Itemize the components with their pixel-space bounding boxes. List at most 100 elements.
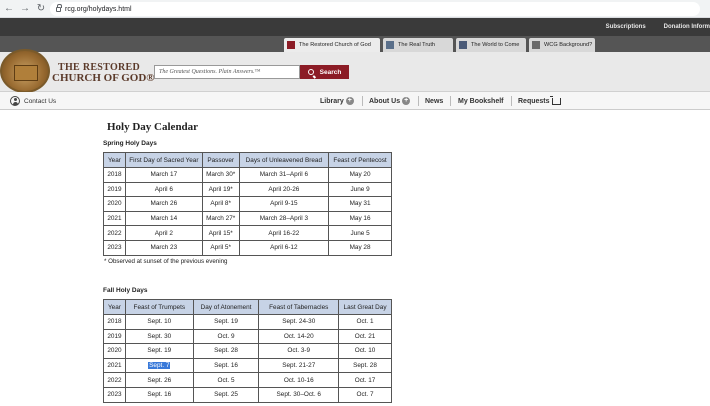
contact-us-link[interactable]: Contact Us	[10, 96, 56, 106]
tab-wcg-background[interactable]: WCG Background?	[529, 38, 595, 52]
donation-link[interactable]: Donation Inform	[664, 24, 710, 30]
nav-library[interactable]: Library +	[320, 92, 354, 110]
nav-news[interactable]: News	[425, 92, 443, 110]
contact-person-icon	[10, 96, 20, 106]
reload-icon[interactable]: ↻	[34, 2, 48, 16]
table-cell: March 14	[124, 210, 203, 227]
table-cell: Sept. 28	[338, 357, 392, 374]
selected-text[interactable]: Sept. 7	[148, 362, 171, 370]
nav-requests[interactable]: Requests	[518, 92, 561, 110]
search-icon	[307, 69, 314, 75]
forward-icon[interactable]: →	[18, 2, 32, 16]
table-row: 2021 Sept. 7 Sept. 16 Sept. 21-27 Sept. …	[103, 357, 392, 374]
site-logo-text[interactable]: THE RESTORED CHURCH OF GOD®	[52, 62, 155, 84]
table-cell: Oct. 10	[338, 343, 392, 359]
column-header: Day of Atonement	[192, 299, 260, 315]
table-row: 2022 April 2 April 15* April 16-22 June …	[103, 225, 392, 241]
table-cell: Oct. 14-20	[258, 328, 340, 345]
real-truth-icon	[386, 41, 394, 49]
table-cell: Sept. 19	[124, 343, 194, 359]
site-header: THE RESTORED CHURCH OF GOD® The Greatest…	[0, 49, 710, 93]
rcg-icon	[287, 41, 295, 49]
nav-divider	[511, 96, 512, 106]
search-input[interactable]: The Greatest Questions. Plain Answers.™	[154, 65, 300, 79]
world-to-come-icon	[459, 41, 467, 49]
table-cell: Sept. 25	[192, 386, 260, 403]
table-cell: Oct. 9	[192, 328, 260, 345]
table-cell: April 20-26	[238, 181, 330, 198]
table-cell: March 30*	[201, 167, 240, 183]
table-cell: May 20	[328, 167, 392, 183]
table-cell: May 28	[328, 239, 392, 256]
column-header: Year	[103, 299, 126, 315]
year-cell: 2019	[103, 181, 126, 198]
table-cell: April 8*	[201, 196, 240, 212]
table-cell: Sept. 28	[192, 343, 260, 359]
top-utility-bar: Subscriptions Donation Inform	[0, 18, 710, 36]
table-cell: Oct. 3-9	[258, 343, 340, 359]
table-cell: June 5	[328, 225, 392, 241]
column-header: Feast of Tabernacles	[258, 299, 340, 315]
table-cell: March 17	[124, 167, 203, 183]
subscriptions-link[interactable]: Subscriptions	[606, 24, 646, 30]
table-cell: March 23	[124, 239, 203, 256]
table-cell: May 16	[328, 210, 392, 227]
year-cell: 2020	[103, 343, 126, 359]
table-cell: March 31–April 6	[238, 167, 330, 183]
church-seal-logo[interactable]	[0, 49, 50, 93]
table-cell: Oct. 10-16	[258, 372, 340, 388]
column-header: Feast of Pentecost	[328, 152, 392, 168]
spring-holy-days-table: Year First Day of Sacred Year Passover D…	[103, 152, 392, 256]
address-bar[interactable]: rcg.org/holydays.html	[50, 2, 700, 16]
column-header: Last Great Day	[338, 299, 392, 315]
table-cell: April 6-12	[238, 239, 330, 256]
table-cell: Sept. 24-30	[258, 314, 340, 330]
browser-toolbar: ← → ↻ rcg.org/holydays.html	[0, 0, 710, 18]
column-header: First Day of Sacred Year	[124, 152, 203, 168]
tab-restored-church[interactable]: The Restored Church of God	[284, 38, 380, 52]
year-cell: 2022	[103, 225, 126, 241]
table-cell: Oct. 17	[338, 372, 392, 388]
nav-my-bookshelf[interactable]: My Bookshelf	[458, 92, 504, 110]
table-row: 2020 Sept. 19 Sept. 28 Oct. 3-9 Oct. 10	[103, 343, 392, 359]
table-cell: May 31	[328, 196, 392, 212]
table-cell: April 9-15	[238, 196, 330, 212]
table-header-row: Year Feast of Trumpets Day of Atonement …	[103, 299, 392, 315]
nav-about-us[interactable]: About Us +	[369, 92, 411, 110]
table-cell: Sept. 30	[124, 328, 194, 345]
year-cell: 2018	[103, 167, 126, 183]
table-cell: April 6	[124, 181, 203, 198]
column-header: Passover	[201, 152, 240, 168]
tab-real-truth[interactable]: The Real Truth	[383, 38, 453, 52]
year-cell: 2022	[103, 372, 126, 388]
table-cell: June 9	[328, 181, 392, 198]
table-cell: April 16-22	[238, 225, 330, 241]
cart-icon	[549, 95, 561, 105]
table-cell: Sept. 19	[192, 314, 260, 330]
fall-holy-days-table: Year Feast of Trumpets Day of Atonement …	[103, 299, 392, 403]
table-cell: Oct. 21	[338, 328, 392, 345]
nav-divider	[362, 96, 363, 106]
table-row: 2022 Sept. 26 Oct. 5 Oct. 10-16 Oct. 17	[103, 372, 392, 388]
table-cell: April 15*	[201, 225, 240, 241]
tab-world-to-come[interactable]: The World to Come	[456, 38, 526, 52]
year-cell: 2023	[103, 386, 126, 403]
table-cell: Sept. 10	[124, 314, 194, 330]
table-row: 2019 Sept. 30 Oct. 9 Oct. 14-20 Oct. 21	[103, 328, 392, 345]
wcg-icon	[532, 41, 540, 49]
table-cell: March 27*	[201, 210, 240, 227]
table-cell: Oct. 5	[192, 372, 260, 388]
year-cell: 2021	[103, 210, 126, 227]
table-cell: Sept. 30–Oct. 6	[258, 386, 340, 403]
fall-heading: Fall Holy Days	[103, 287, 148, 294]
column-header: Feast of Trumpets	[124, 299, 194, 315]
table-row: 2018 Sept. 10 Sept. 19 Sept. 24-30 Oct. …	[103, 314, 392, 330]
table-cell: Oct. 1	[338, 314, 392, 330]
url-text[interactable]: rcg.org/holydays.html	[65, 6, 132, 13]
page-title: Holy Day Calendar	[107, 121, 199, 133]
table-cell: April 2	[124, 225, 203, 241]
nav-divider	[450, 96, 451, 106]
search-button[interactable]: Search	[300, 65, 349, 79]
back-icon[interactable]: ←	[2, 2, 16, 16]
table-cell: Sept. 21-27	[258, 357, 340, 374]
